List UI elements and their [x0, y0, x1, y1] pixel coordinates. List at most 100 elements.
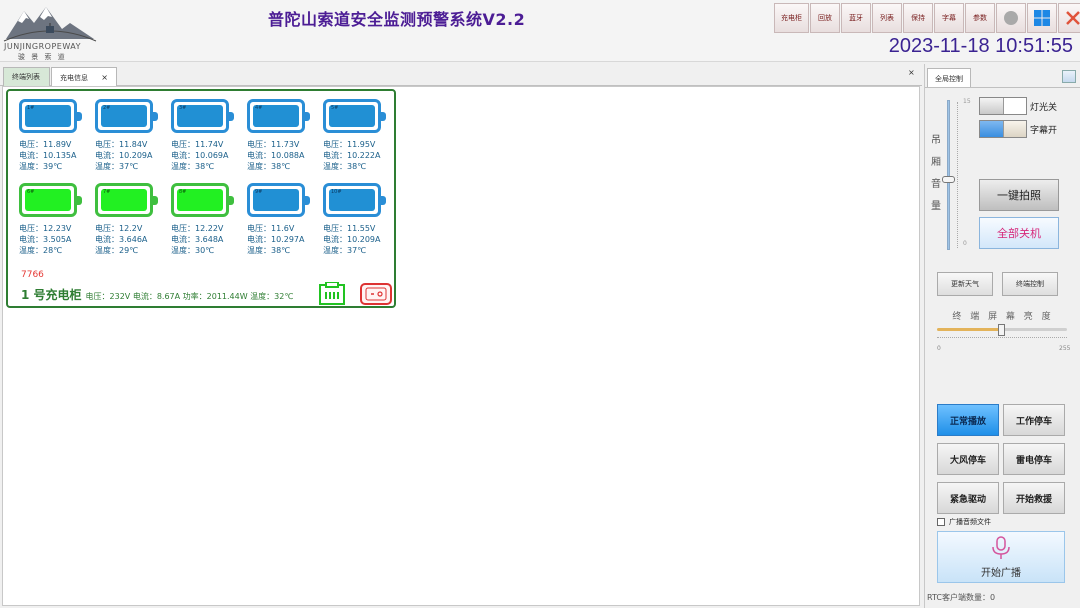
volume-slider-track[interactable]: [947, 100, 950, 250]
logo-text: JUNJINGROPEWAY: [4, 42, 82, 51]
cell-temperature: 温度：28℃: [19, 246, 63, 255]
work-stop-button[interactable]: 工作停车: [1003, 404, 1065, 436]
brightness-max-label: 255: [1059, 345, 1071, 352]
cell-voltage: 电压：11.55V: [323, 224, 376, 233]
battery-icon: 8#: [171, 183, 234, 217]
battery-cell: 10# 电压：11.55V 电流：10.209A 温度：37℃: [323, 183, 389, 256]
tab-charge-info[interactable]: 充电信息 ×: [51, 67, 117, 87]
charge-cabinet-button[interactable]: 充电柜: [774, 3, 809, 33]
checkbox-label: 广播音频文件: [949, 518, 991, 526]
cell-current: 电流：10.209A: [323, 235, 381, 244]
battery-icon: 4#: [247, 99, 310, 133]
cell-temperature: 温度：38℃: [247, 162, 291, 171]
cell-current: 电流：10.297A: [247, 235, 305, 244]
broadcast-audio-file-checkbox[interactable]: 广播音频文件: [937, 517, 991, 527]
header: JUNJINGROPEWAY 骏 景 索 道 普陀山索道安全监测预警系统V2.2…: [0, 0, 1080, 62]
cell-current: 电流：10.135A: [19, 151, 77, 160]
cell-voltage: 电压：11.73V: [247, 140, 300, 149]
power-switch-button[interactable]: [360, 283, 392, 305]
cabinet-name: 1 号充电柜: [21, 288, 82, 302]
volume-min-label: 0: [963, 240, 967, 247]
tab-close-icon[interactable]: ×: [101, 73, 108, 82]
cell-voltage: 电压：11.74V: [171, 140, 224, 149]
power-switch-icon: [365, 287, 387, 301]
toolbar: 充电柜 回放 蓝牙 列表 保持 字幕 参数: [774, 3, 1080, 33]
bluetooth-button[interactable]: 蓝牙: [841, 3, 871, 33]
update-weather-button[interactable]: 更新天气: [937, 272, 993, 296]
battery-icon: 7#: [95, 183, 158, 217]
battery-icon: 3#: [171, 99, 234, 133]
charging-cabinet-card: 1# 电压：11.89V 电流：10.135A 温度：39℃ 2# 电压：11.…: [6, 89, 396, 308]
rtc-client-count: RTC客户端数量：0: [927, 593, 996, 602]
tab-terminal-list[interactable]: 终端列表: [3, 67, 50, 86]
network-port-icon: [319, 281, 345, 306]
cell-current: 电流：10.069A: [171, 151, 229, 160]
subtitle-button[interactable]: 字幕: [934, 3, 964, 33]
start-broadcast-button[interactable]: 开始广播: [937, 531, 1065, 583]
subtitle-toggle-row: 字幕开: [979, 120, 1057, 138]
cell-voltage: 电压：11.95V: [323, 140, 376, 149]
battery-icon: 10#: [323, 183, 386, 217]
list-button[interactable]: 列表: [872, 3, 902, 33]
light-toggle[interactable]: [979, 97, 1027, 115]
app-window: JUNJINGROPEWAY 骏 景 索 道 普陀山索道安全监测预警系统V2.2…: [0, 0, 1080, 608]
main-content: 1# 电压：11.89V 电流：10.135A 温度：39℃ 2# 电压：11.…: [2, 86, 920, 606]
cell-temperature: 温度：39℃: [19, 162, 63, 171]
cell-temperature: 温度：38℃: [171, 162, 215, 171]
params-button[interactable]: 参数: [965, 3, 995, 33]
cell-current: 电流：10.209A: [95, 151, 153, 160]
terminal-control-button[interactable]: 终端控制: [1002, 272, 1058, 296]
battery-icon: 9#: [247, 183, 310, 217]
cabinet-summary: 电压：232V 电流：8.67A 功率：2011.44W 温度：32℃: [85, 292, 294, 301]
cell-current: 电流：10.222A: [323, 151, 381, 160]
brightness-label: 终 端 屏 幕 亮 度: [952, 312, 1054, 322]
logo-subtext: 骏 景 索 道: [18, 53, 67, 61]
windows-icon[interactable]: [1027, 3, 1057, 33]
hold-button[interactable]: 保持: [903, 3, 933, 33]
checkbox-icon[interactable]: [937, 518, 945, 526]
battery-icon: 6#: [19, 183, 82, 217]
subtitle-toggle[interactable]: [979, 120, 1027, 138]
normal-play-button[interactable]: 正常播放: [937, 404, 999, 436]
cell-current: 电流：3.505A: [19, 235, 72, 244]
light-toggle-row: 灯光关: [979, 97, 1057, 115]
cell-temperature: 温度：37℃: [323, 246, 367, 255]
cabin-volume-label: 吊 厢 音 量: [931, 135, 941, 212]
start-rescue-button[interactable]: 开始救援: [1003, 482, 1065, 514]
volume-max-label: 15: [963, 98, 971, 105]
battery-cell: 4# 电压：11.73V 电流：10.088A 温度：38℃: [247, 99, 313, 172]
battery-cell: 2# 电压：11.84V 电流：10.209A 温度：37℃: [95, 99, 161, 172]
tab-label: 充电信息: [60, 73, 88, 82]
wind-stop-button[interactable]: 大风停车: [937, 443, 999, 475]
battery-icon: 1#: [19, 99, 82, 133]
tab-bar: 终端列表 充电信息 ×: [0, 64, 922, 87]
battery-cell: 6# 电压：12.23V 电流：3.505A 温度：28℃: [19, 183, 85, 256]
panel-menu-icon[interactable]: [1062, 70, 1076, 83]
circle-icon[interactable]: [996, 3, 1026, 33]
thunder-stop-button[interactable]: 雷电停车: [1003, 443, 1065, 475]
brightness-min-label: 0: [937, 345, 941, 352]
emergency-drive-button[interactable]: 紧急驱动: [937, 482, 999, 514]
microphone-icon: [992, 535, 1010, 559]
global-control-panel: 全局控制 吊 厢 音 量 15 0 灯光关 字幕开 一键拍照 全部关机 更新天气…: [924, 64, 1080, 608]
cell-temperature: 温度：37℃: [95, 162, 139, 171]
volume-slider-thumb[interactable]: [942, 176, 955, 183]
close-icon[interactable]: [1058, 3, 1080, 33]
cell-voltage: 电压：12.2V: [95, 224, 143, 233]
playback-button[interactable]: 回放: [810, 3, 840, 33]
snapshot-button[interactable]: 一键拍照: [979, 179, 1059, 211]
brightness-slider-thumb[interactable]: [998, 324, 1005, 336]
battery-cell: 9# 电压：11.6V 电流：10.297A 温度：38℃: [247, 183, 313, 256]
cell-temperature: 温度：38℃: [323, 162, 367, 171]
tab-global-control[interactable]: 全局控制: [927, 68, 971, 88]
cell-voltage: 电压：11.6V: [247, 224, 295, 233]
brightness-ticks: [937, 337, 1067, 338]
cell-voltage: 电压：12.22V: [171, 224, 224, 233]
cell-current: 电流：10.088A: [247, 151, 305, 160]
light-toggle-label: 灯光关: [1030, 102, 1058, 113]
logo: JUNJINGROPEWAY 骏 景 索 道: [2, 1, 98, 61]
battery-cell: 5# 电压：11.95V 电流：10.222A 温度：38℃: [323, 99, 389, 172]
panel-close-icon[interactable]: ×: [908, 68, 915, 77]
battery-icon: 5#: [323, 99, 386, 133]
shutdown-all-button[interactable]: 全部关机: [979, 217, 1059, 249]
